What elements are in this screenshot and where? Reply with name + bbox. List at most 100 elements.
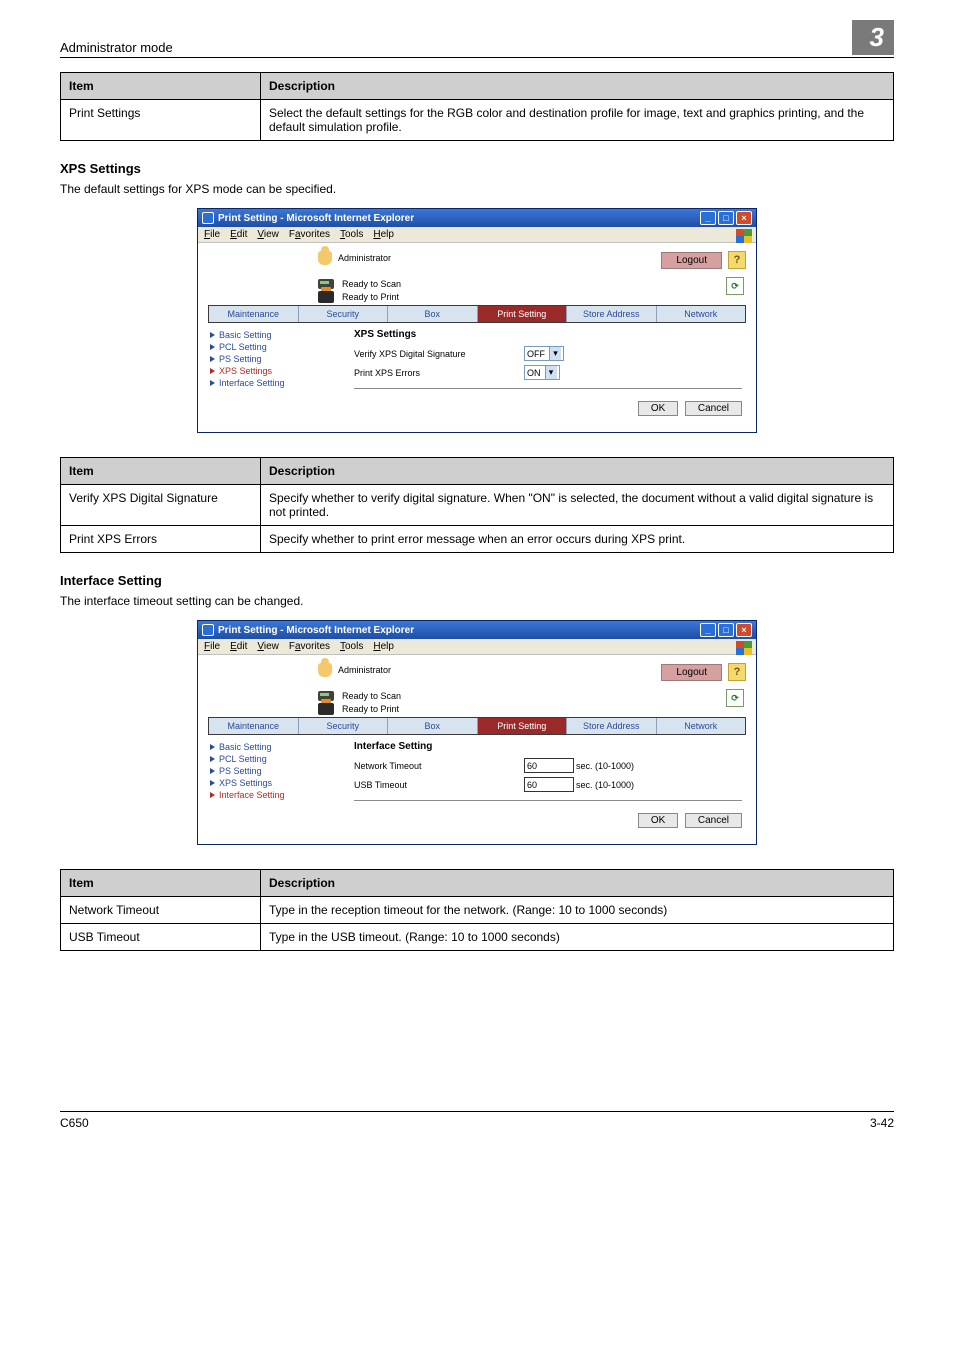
xps-settings-intro: The default settings for XPS mode can be… <box>60 182 894 196</box>
table-row: USB Timeout Type in the USB timeout. (Ra… <box>61 924 894 951</box>
window-title: Print Setting - Microsoft Internet Explo… <box>218 625 414 636</box>
administrator-label: Administrator <box>338 665 391 675</box>
tab-maintenance[interactable]: Maintenance <box>209 718 299 734</box>
chevron-right-icon <box>210 744 215 750</box>
cell-item: Network Timeout <box>61 897 261 924</box>
verify-signature-select[interactable]: OFF▾ <box>524 346 564 361</box>
menu-help[interactable]: Help <box>373 229 394 240</box>
refresh-button[interactable]: ⟳ <box>726 277 744 295</box>
tab-network[interactable]: Network <box>657 306 746 322</box>
menu-tools[interactable]: Tools <box>340 641 363 652</box>
col-item: Item <box>61 73 261 100</box>
tab-bar: Maintenance Security Box Print Setting S… <box>208 305 746 323</box>
menu-edit[interactable]: Edit <box>230 641 247 652</box>
close-icon[interactable]: × <box>736 623 752 637</box>
nav-xps-settings[interactable]: XPS Settings <box>208 365 348 377</box>
close-icon[interactable]: × <box>736 211 752 225</box>
chevron-down-icon: ▾ <box>549 347 561 360</box>
footer-model: C650 <box>60 1116 89 1130</box>
cancel-button[interactable]: Cancel <box>685 813 742 828</box>
cell-item: Print Settings <box>61 100 261 141</box>
network-timeout-input[interactable] <box>524 758 574 773</box>
nav-basic-setting[interactable]: Basic Setting <box>208 741 348 753</box>
menu-file[interactable]: File <box>204 641 220 652</box>
browser-menubar: File Edit View Favorites Tools Help <box>198 639 756 655</box>
chevron-right-icon <box>210 380 215 386</box>
chevron-down-icon: ▾ <box>545 366 557 379</box>
tab-box[interactable]: Box <box>388 306 478 322</box>
menu-view[interactable]: View <box>257 229 279 240</box>
minimize-icon[interactable]: _ <box>700 623 716 637</box>
xps-settings-table: Item Description Verify XPS Digital Sign… <box>60 457 894 553</box>
print-xps-errors-select[interactable]: ON▾ <box>524 365 560 380</box>
col-description: Description <box>261 458 894 485</box>
menu-tools[interactable]: Tools <box>340 229 363 240</box>
nav-ps-setting[interactable]: PS Setting <box>208 765 348 777</box>
col-description: Description <box>261 73 894 100</box>
nav-interface-setting[interactable]: Interface Setting <box>208 377 348 389</box>
tab-bar: Maintenance Security Box Print Setting S… <box>208 717 746 735</box>
interface-setting-screenshot: Print Setting - Microsoft Internet Explo… <box>197 620 757 845</box>
minimize-icon[interactable]: _ <box>700 211 716 225</box>
tab-print-setting[interactable]: Print Setting <box>478 718 568 734</box>
chevron-right-icon <box>210 356 215 362</box>
cell-desc: Specify whether to print error message w… <box>261 526 894 553</box>
tab-security[interactable]: Security <box>299 306 389 322</box>
menu-file[interactable]: File <box>204 229 220 240</box>
menu-edit[interactable]: Edit <box>230 229 247 240</box>
windows-logo-icon <box>736 229 752 243</box>
maximize-icon[interactable]: □ <box>718 623 734 637</box>
chevron-right-icon <box>210 768 215 774</box>
ie-icon <box>202 212 214 224</box>
cell-item: Print XPS Errors <box>61 526 261 553</box>
menu-help[interactable]: Help <box>373 641 394 652</box>
help-button[interactable]: ? <box>728 663 746 681</box>
logout-button[interactable]: Logout <box>661 664 722 681</box>
cell-desc: Type in the reception timeout for the ne… <box>261 897 894 924</box>
user-icon <box>318 663 332 677</box>
nav-xps-settings[interactable]: XPS Settings <box>208 777 348 789</box>
help-button[interactable]: ? <box>728 251 746 269</box>
browser-menubar: File Edit View Favorites Tools Help <box>198 227 756 243</box>
tab-security[interactable]: Security <box>299 718 389 734</box>
usb-timeout-hint: sec. (10-1000) <box>576 780 634 790</box>
nav-pcl-setting[interactable]: PCL Setting <box>208 753 348 765</box>
col-description: Description <box>261 870 894 897</box>
printer-icon <box>318 703 334 715</box>
logout-button[interactable]: Logout <box>661 252 722 269</box>
tab-box[interactable]: Box <box>388 718 478 734</box>
windows-logo-icon <box>736 641 752 655</box>
nav-ps-setting[interactable]: PS Setting <box>208 353 348 365</box>
ok-button[interactable]: OK <box>638 813 678 828</box>
network-timeout-label: Network Timeout <box>354 761 524 771</box>
side-nav: Basic Setting PCL Setting PS Setting XPS… <box>208 739 348 830</box>
status-scan: Ready to Scan <box>342 279 401 289</box>
tab-store-address[interactable]: Store Address <box>567 718 657 734</box>
cell-desc: Type in the USB timeout. (Range: 10 to 1… <box>261 924 894 951</box>
print-xps-errors-label: Print XPS Errors <box>354 368 524 378</box>
col-item: Item <box>61 458 261 485</box>
nav-basic-setting[interactable]: Basic Setting <box>208 329 348 341</box>
cell-desc: Select the default settings for the RGB … <box>261 100 894 141</box>
tab-network[interactable]: Network <box>657 718 746 734</box>
nav-pcl-setting[interactable]: PCL Setting <box>208 341 348 353</box>
nav-interface-setting[interactable]: Interface Setting <box>208 789 348 801</box>
cancel-button[interactable]: Cancel <box>685 401 742 416</box>
divider <box>354 800 742 801</box>
administrator-label: Administrator <box>338 253 391 263</box>
interface-setting-intro: The interface timeout setting can be cha… <box>60 594 894 608</box>
tab-store-address[interactable]: Store Address <box>567 306 657 322</box>
side-nav: Basic Setting PCL Setting PS Setting XPS… <box>208 327 348 418</box>
tab-print-setting[interactable]: Print Setting <box>478 306 568 322</box>
tab-maintenance[interactable]: Maintenance <box>209 306 299 322</box>
refresh-button[interactable]: ⟳ <box>726 689 744 707</box>
chevron-right-icon <box>210 792 215 798</box>
menu-favorites[interactable]: Favorites <box>289 229 330 240</box>
menu-favorites[interactable]: Favorites <box>289 641 330 652</box>
xps-settings-heading: XPS Settings <box>60 161 894 176</box>
maximize-icon[interactable]: □ <box>718 211 734 225</box>
ok-button[interactable]: OK <box>638 401 678 416</box>
menu-view[interactable]: View <box>257 641 279 652</box>
usb-timeout-input[interactable] <box>524 777 574 792</box>
user-icon <box>318 251 332 265</box>
